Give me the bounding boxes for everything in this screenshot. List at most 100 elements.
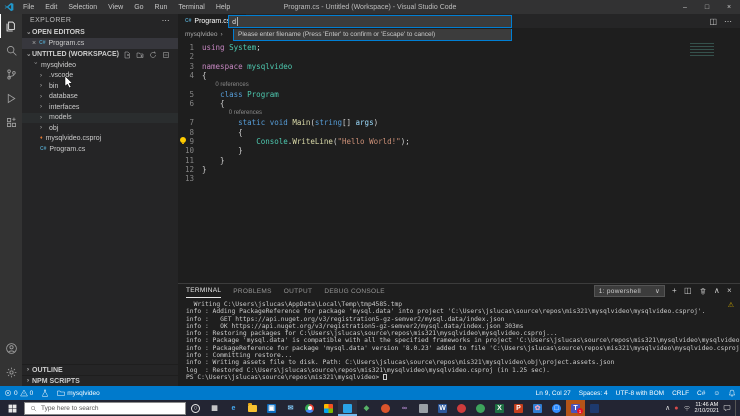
indentation-status[interactable]: Spaces: 4 <box>575 386 612 400</box>
search-icon[interactable] <box>0 38 22 62</box>
taskbar-app-cortana[interactable]: ○ <box>186 400 205 416</box>
taskbar-app-task-view[interactable]: ▦ <box>205 400 224 416</box>
show-desktop-button[interactable] <box>735 400 738 416</box>
taskbar-app-photos-app[interactable] <box>319 400 338 416</box>
workspace-section[interactable]: › UNTITLED (WORKSPACE) <box>22 49 178 60</box>
tab-debug-console[interactable]: DEBUG CONSOLE <box>324 288 385 295</box>
taskbar-app-edge[interactable]: e <box>224 400 243 416</box>
tree-item-mysqlvideo-csproj[interactable]: ♦ mysqlvideo.csproj <box>22 134 178 145</box>
tree-item-bin[interactable]: › bin <box>22 81 178 92</box>
new-file-icon[interactable] <box>123 51 131 59</box>
menu-file[interactable]: File <box>18 3 39 12</box>
tree-item-interfaces[interactable]: › interfaces <box>22 102 178 113</box>
code-area[interactable]: 1 using System; 2 3 namespace mysqlvideo 4{0 … <box>178 43 740 184</box>
menu-run[interactable]: Run <box>150 3 173 12</box>
tree-item-program-cs[interactable]: C# Program.cs <box>22 144 178 155</box>
tab-output[interactable]: OUTPUT <box>284 288 313 295</box>
filename-input[interactable]: d <box>228 15 512 28</box>
project-status[interactable]: mysqlvideo <box>53 386 104 400</box>
taskbar-app-excel[interactable]: X <box>490 400 509 416</box>
code-line[interactable]: 11 } <box>178 156 740 165</box>
taskbar-app-file-explorer[interactable] <box>243 400 262 416</box>
menu-go[interactable]: Go <box>129 3 148 12</box>
menu-terminal[interactable]: Terminal <box>173 3 209 12</box>
explorer-icon[interactable] <box>0 14 22 38</box>
taskbar-app-sourcetree[interactable]: ◆ <box>357 400 376 416</box>
menu-selection[interactable]: Selection <box>63 3 102 12</box>
extensions-icon[interactable] <box>0 110 22 134</box>
taskbar-app-word[interactable]: W <box>433 400 452 416</box>
menu-view[interactable]: View <box>103 3 128 12</box>
code-line[interactable]: 3 namespace mysqlvideo <box>178 62 740 71</box>
taskbar-app-gray-app[interactable] <box>414 400 433 416</box>
open-editor-item[interactable]: × C# Program.cs <box>22 38 178 49</box>
new-terminal-icon[interactable]: + <box>672 287 677 295</box>
taskbar-app-zoom[interactable]: □ <box>547 400 566 416</box>
editor-more-actions-icon[interactable]: ⋯ <box>724 17 732 26</box>
settings-gear-icon[interactable] <box>0 360 22 384</box>
menu-help[interactable]: Help <box>211 3 235 12</box>
minimize-button[interactable]: – <box>674 0 696 14</box>
hidden-icons-chevron[interactable]: ∧ <box>665 404 670 412</box>
eol-status[interactable]: CRLF <box>668 386 693 400</box>
taskbar-app-opera-orange-app[interactable] <box>376 400 395 416</box>
network-wifi-icon[interactable] <box>683 404 691 412</box>
collapse-folders-icon[interactable] <box>162 51 170 59</box>
tab-terminal[interactable]: TERMINAL <box>186 285 222 298</box>
tab-problems[interactable]: PROBLEMS <box>233 288 272 295</box>
taskbar-app-microsoft-store[interactable]: ▣ <box>262 400 281 416</box>
tree-item-obj[interactable]: › obj <box>22 123 178 134</box>
notifications-bell-icon[interactable] <box>724 386 740 400</box>
beaker-status[interactable] <box>37 386 53 400</box>
split-terminal-icon[interactable]: ◫ <box>684 287 692 295</box>
kill-terminal-icon[interactable] <box>699 287 707 295</box>
action-center-icon[interactable] <box>723 404 731 412</box>
tree-item-models[interactable]: › models <box>22 112 178 123</box>
tree-item--vscode[interactable]: › .vscode <box>22 71 178 82</box>
close-editor-icon[interactable]: × <box>32 40 36 47</box>
cursor-position-status[interactable]: Ln 9, Col 27 <box>532 386 575 400</box>
taskbar-app-powerpoint[interactable]: P <box>509 400 528 416</box>
run-debug-icon[interactable] <box>0 86 22 110</box>
tree-item-mysqlvideo[interactable]: › mysqlvideo <box>22 60 178 71</box>
split-editor-icon[interactable]: ◫ <box>709 17 717 26</box>
taskbar-clock[interactable]: 11:46 AM 2/10/2021 <box>695 402 719 414</box>
taskbar-search[interactable]: Type here to search <box>24 401 186 415</box>
account-icon[interactable] <box>0 336 22 360</box>
npm-scripts-section[interactable]: › NPM SCRIPTS <box>22 375 178 386</box>
code-line[interactable]: 4{ <box>178 71 740 80</box>
lightbulb-icon[interactable] <box>180 136 186 144</box>
tree-item-database[interactable]: › database <box>22 92 178 103</box>
open-editors-section[interactable]: › OPEN EDITORS <box>22 27 178 38</box>
terminal-output[interactable]: Writing C:\Users\jslucas\AppData\Local\T… <box>178 298 740 381</box>
close-panel-icon[interactable]: × <box>727 287 732 295</box>
code-line[interactable]: 5 class Program <box>178 90 740 99</box>
code-line[interactable]: 6 { <box>178 99 740 108</box>
feedback-smiley-icon[interactable]: ☺ <box>709 386 724 400</box>
code-line[interactable]: 10 } <box>178 146 740 155</box>
taskbar-app-mail[interactable]: ✉ <box>281 400 300 416</box>
taskbar-app-teams[interactable]: T1 <box>566 400 585 416</box>
taskbar-app-green-app[interactable] <box>471 400 490 416</box>
language-mode-status[interactable]: C# <box>693 386 709 400</box>
maximize-button[interactable]: □ <box>696 0 718 14</box>
taskbar-app-minitab[interactable] <box>452 400 471 416</box>
code-line[interactable]: 7 static void Main(string[] args) <box>178 118 740 127</box>
code-line[interactable]: 1 using System; <box>178 43 740 52</box>
taskbar-app-vscode[interactable] <box>338 400 357 416</box>
terminal-shell-select[interactable]: 1: powershell ∨ <box>593 285 666 297</box>
start-button[interactable] <box>0 400 24 416</box>
encoding-status[interactable]: UTF-8 with BOM <box>612 386 668 400</box>
code-line[interactable]: 9 Console.WriteLine("Hello World!"); <box>178 136 740 146</box>
tray-security-icon[interactable]: ● <box>674 405 678 412</box>
close-button[interactable]: × <box>718 0 740 14</box>
problems-status[interactable]: 0 0 <box>0 386 37 400</box>
code-line[interactable]: 12} <box>178 165 740 174</box>
maximize-panel-icon[interactable]: ∧ <box>714 287 720 295</box>
taskbar-app-navy-app[interactable] <box>585 400 604 416</box>
taskbar-app-visual-studio[interactable]: ∞ <box>395 400 414 416</box>
menu-edit[interactable]: Edit <box>40 3 62 12</box>
outline-section[interactable]: › OUTLINE <box>22 364 178 375</box>
explorer-more-actions-icon[interactable]: ⋯ <box>162 16 170 25</box>
code-line[interactable]: 8 { <box>178 128 740 137</box>
